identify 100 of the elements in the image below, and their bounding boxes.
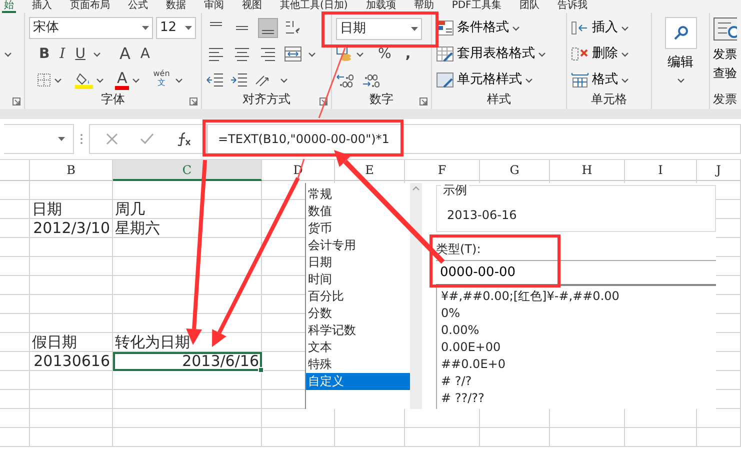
bold-button[interactable]: B [37,43,52,65]
caret-icon[interactable] [280,76,288,84]
category-item[interactable]: 数值 [306,203,410,220]
category-item[interactable]: 特殊 [306,356,410,373]
column-header[interactable]: G [480,160,550,181]
category-item[interactable]: 日期 [306,254,410,271]
style-menu-button[interactable]: 套用表格格式 [436,43,535,65]
caret-icon[interactable] [525,76,533,84]
number-format-dropdown[interactable]: 日期 [336,18,422,40]
ribbon-tab[interactable]: 帮助 [412,0,436,13]
increase-font-button[interactable]: A [117,43,132,65]
caret-icon[interactable] [96,76,104,84]
comma-style-button[interactable]: , [403,43,413,65]
column-header[interactable]: I [625,160,697,181]
ribbon-tab[interactable]: 页面布局 [68,0,112,13]
format-item[interactable]: # ?/? [441,373,712,390]
font-name-dropdown[interactable]: 宋体 [29,17,153,39]
accounting-format-icon[interactable] [336,46,352,62]
dialog-launcher-icon[interactable] [319,97,328,106]
decrease-font-button[interactable]: A [138,43,152,65]
cells-menu-button[interactable]: 格式 [571,69,618,91]
ribbon-tab[interactable]: 公式 [126,0,150,13]
italic-button[interactable]: I [58,43,68,65]
caret-icon[interactable] [538,50,546,58]
merge-center-icon[interactable] [284,46,302,62]
caret-icon[interactable] [132,76,140,84]
category-item[interactable]: 会计专用 [306,237,410,254]
ribbon-tab[interactable]: 团队 [517,0,542,13]
ribbon-tab[interactable]: 其他工具(日加) [278,0,350,13]
caret-icon[interactable] [512,24,520,32]
phonetic-guide-button[interactable]: wén 文 [151,69,172,91]
search-icon [672,25,688,41]
category-item[interactable]: 时间 [306,271,410,288]
caret-icon[interactable] [93,50,102,58]
format-item[interactable]: ##0.0E+0 [441,356,712,373]
caret-icon[interactable] [621,76,629,84]
column-header[interactable]: C [113,160,262,181]
dialog-launcher-icon[interactable] [12,97,21,106]
dialog-launcher-icon[interactable] [189,97,198,106]
category-item[interactable]: 常规 [306,186,410,203]
ribbon-tab[interactable]: 视图 [240,0,264,13]
insert-function-icon[interactable] [176,132,192,146]
ribbon-tab[interactable]: 数据 [164,0,188,13]
caret-icon[interactable] [621,24,629,32]
category-item[interactable]: 百分比 [306,288,410,305]
ribbon-tab[interactable]: 告诉我 [555,0,590,13]
fill-color-icon[interactable] [75,72,93,88]
category-item[interactable]: 科学记数 [306,322,410,339]
cells-menu-button[interactable]: 删除 [571,43,618,65]
ribbon-tab[interactable]: 插入 [30,0,54,13]
caret-icon[interactable] [54,76,62,84]
caret-icon[interactable] [4,50,12,58]
fill-handle[interactable] [258,367,264,373]
formula-field[interactable]: =TEXT(B10,"0000-00-00")*1 [207,124,741,154]
ribbon-tab[interactable]: 加载项 [364,0,398,13]
category-item[interactable]: 文本 [306,339,410,356]
column-header[interactable]: J [697,160,741,181]
increase-decimal-icon[interactable] [336,72,354,88]
caret-icon[interactable] [621,50,629,58]
sample-value: 2013-06-16 [447,207,517,224]
column-header[interactable]: B [30,160,113,181]
underline-button[interactable]: U [73,43,88,65]
font-color-button[interactable]: A [115,70,130,90]
scrollbar[interactable] [410,183,422,409]
editing-button[interactable]: 编辑 [664,17,696,84]
category-item[interactable]: 自定义 [306,373,410,390]
font-size-dropdown[interactable]: 12 [156,17,196,39]
ribbon-tab[interactable]: PDF工具集 [450,0,504,13]
percent-button[interactable]: % [376,43,394,65]
type-input[interactable]: 0000-00-00 [436,260,716,286]
decrease-indent-icon[interactable] [206,72,224,88]
borders-icon[interactable] [37,73,51,87]
increase-indent-icon[interactable] [230,72,248,88]
dropdown-arrow-icon[interactable] [411,27,418,31]
column-header[interactable]: H [550,160,625,181]
style-menu-button[interactable]: 单元格样式 [436,69,522,91]
group-label: 数字 [370,91,394,108]
category-item[interactable]: 货币 [306,220,410,237]
cells-menu-button[interactable]: 插入 [571,17,618,39]
empty-cell [0,371,30,390]
format-item[interactable]: 0% [441,305,712,322]
caret-icon[interactable] [356,50,364,58]
bottom-align-icon[interactable] [258,18,278,38]
dialog-launcher-icon[interactable] [419,97,428,106]
decrease-decimal-icon[interactable] [362,72,380,88]
format-item[interactable]: 0.00% [441,322,712,339]
category-item[interactable]: 分数 [306,305,410,322]
invoice-check-button[interactable]: 发票 查验 [713,17,738,81]
caret-icon[interactable] [174,76,183,84]
style-menu-button[interactable]: 条件格式 [436,17,509,39]
format-item[interactable]: 0.00E+00 [441,339,712,356]
dropdown-arrow-icon[interactable] [58,137,65,141]
column-header[interactable]: F [405,160,480,181]
empty-cell [335,428,405,447]
format-item[interactable]: # ??/?? [441,390,712,407]
caret-icon[interactable] [308,50,316,58]
format-item[interactable]: ¥#,##0.00;[红色]¥-#,##0.00 [441,288,712,305]
empty-cell [0,314,30,333]
dropdown-arrow-icon[interactable] [142,26,149,30]
dropdown-arrow-icon[interactable] [185,26,192,30]
